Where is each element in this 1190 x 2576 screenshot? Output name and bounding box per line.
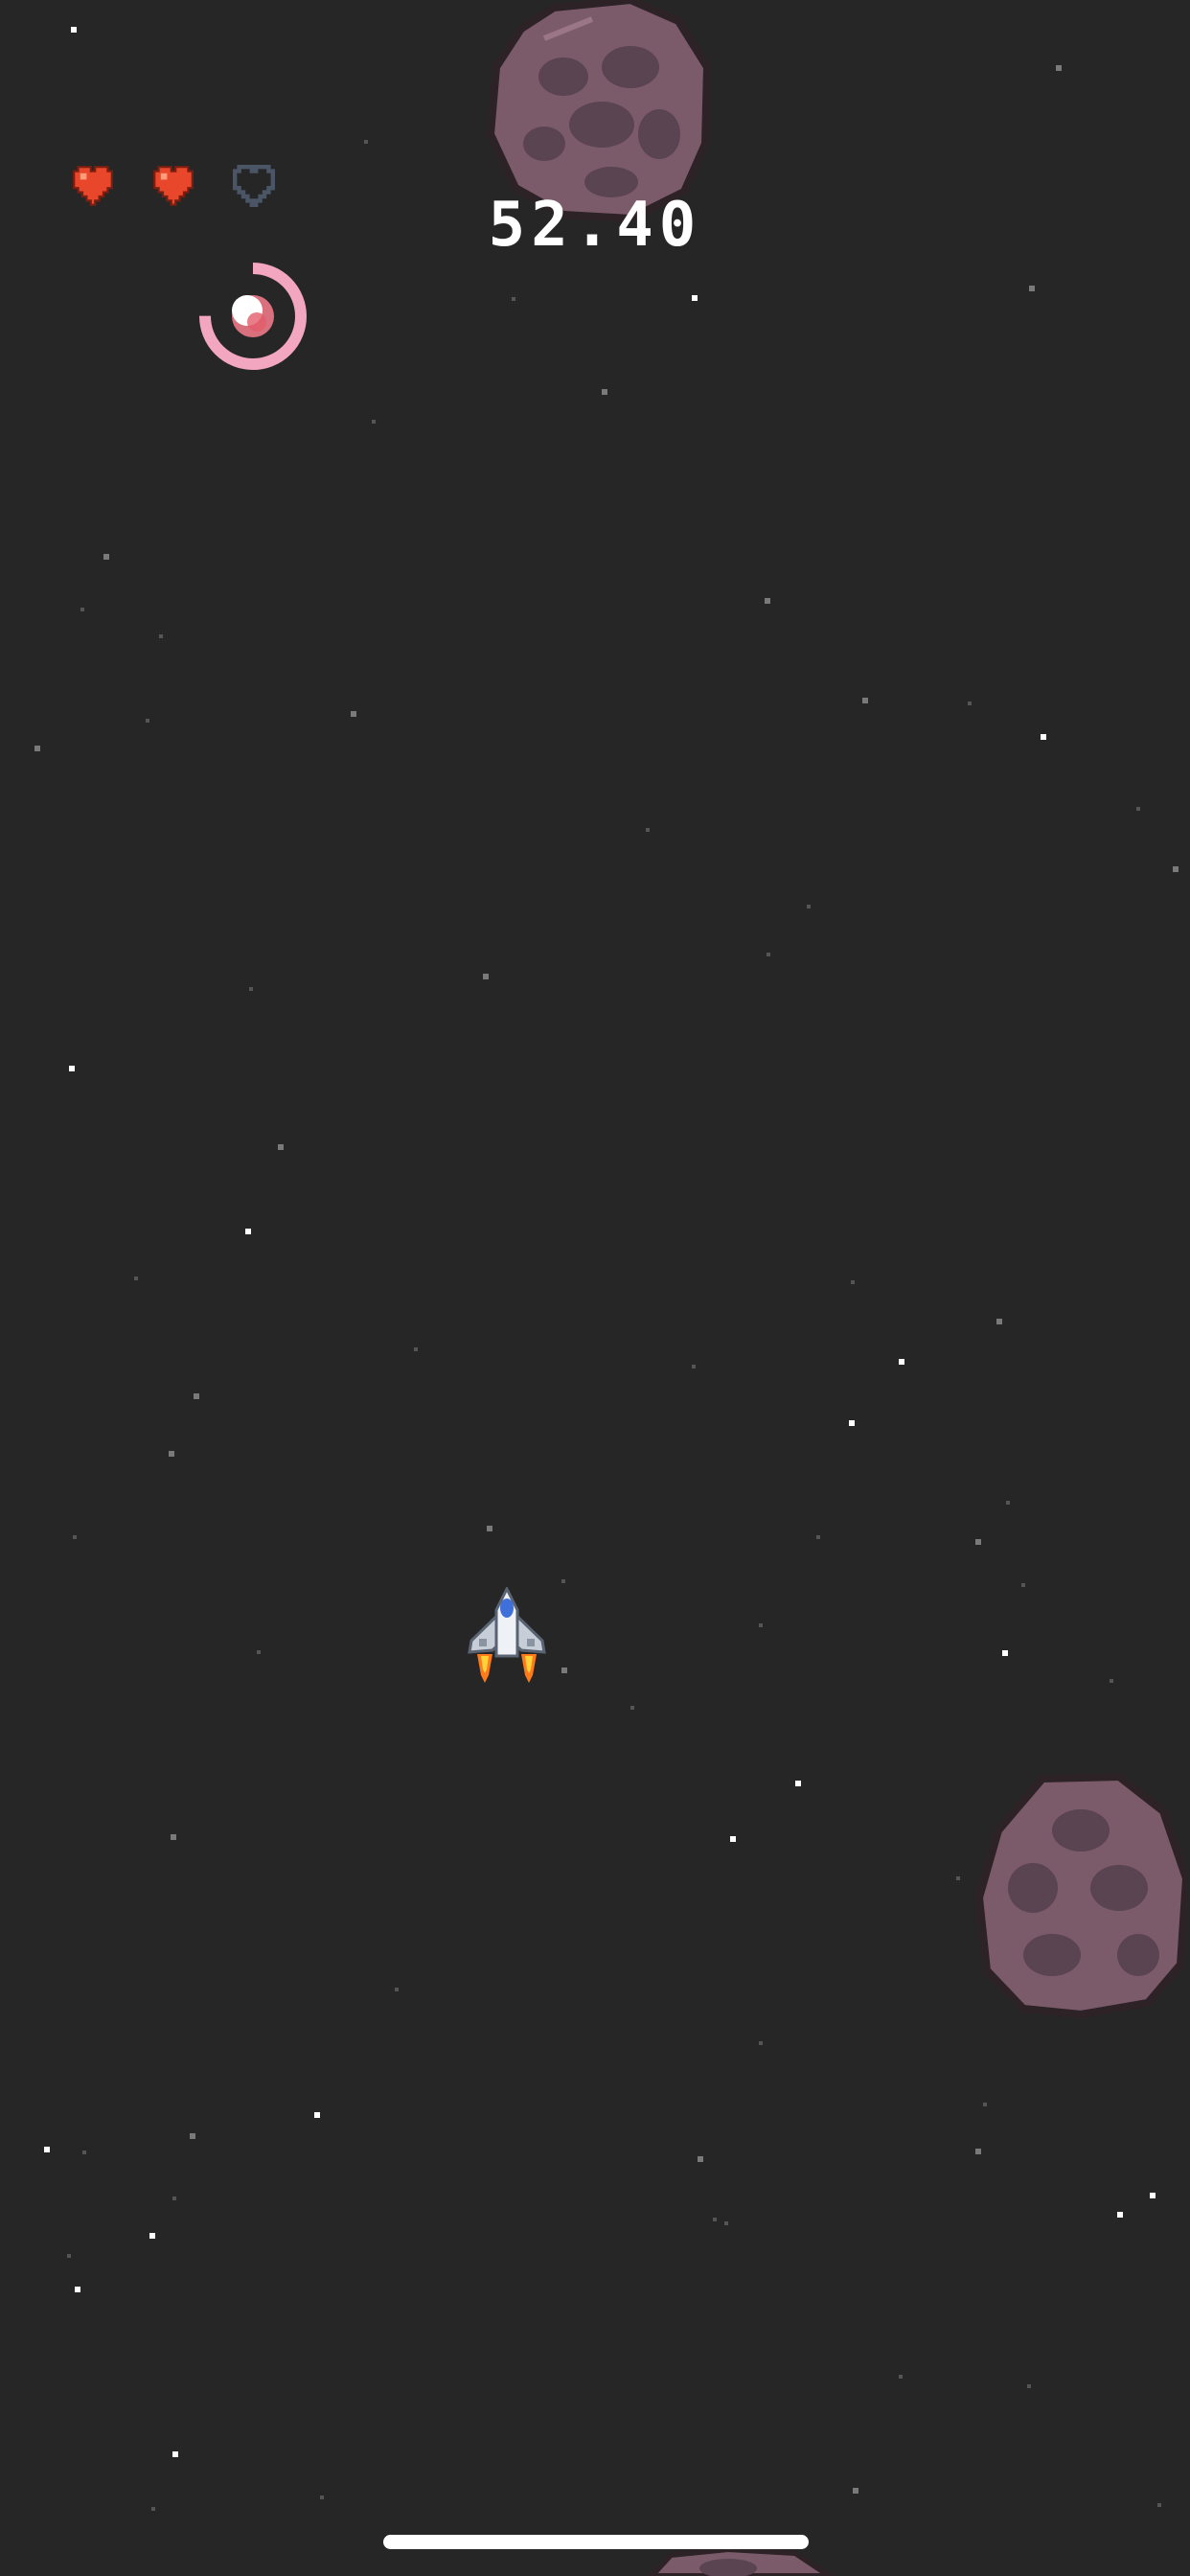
star	[80, 608, 84, 611]
star	[899, 1359, 904, 1365]
game-screen[interactable]: 52.40	[0, 0, 1190, 2576]
star	[1056, 65, 1062, 71]
star	[172, 2196, 176, 2200]
star	[692, 295, 698, 301]
shield-orb-icon[interactable]	[197, 261, 309, 372]
star	[851, 1280, 855, 1284]
star	[171, 1834, 176, 1840]
star	[602, 389, 607, 395]
star	[816, 1535, 820, 1539]
star	[692, 1365, 696, 1368]
star	[1006, 1501, 1010, 1505]
star	[34, 746, 40, 751]
star	[1110, 1679, 1113, 1683]
star	[69, 1066, 75, 1071]
star	[1150, 2193, 1156, 2198]
star	[1041, 734, 1046, 740]
star	[899, 2375, 903, 2379]
star	[1029, 286, 1035, 291]
star	[795, 1781, 801, 1786]
star	[194, 1393, 199, 1399]
star	[71, 27, 77, 33]
star	[561, 1668, 567, 1673]
star	[395, 1988, 399, 1991]
star	[103, 554, 109, 560]
star	[320, 2496, 324, 2499]
home-indicator[interactable]	[383, 2535, 809, 2549]
star	[1117, 2212, 1123, 2218]
star	[487, 1526, 492, 1531]
star	[278, 1144, 284, 1150]
star	[257, 1650, 261, 1654]
timer: 52.40	[488, 190, 702, 261]
star	[67, 2254, 71, 2258]
star	[414, 1347, 418, 1351]
star	[807, 905, 811, 908]
star	[561, 1579, 565, 1583]
star	[765, 598, 770, 604]
star	[975, 2149, 981, 2154]
star	[713, 2218, 717, 2221]
star	[767, 953, 770, 956]
star	[364, 140, 368, 144]
star	[956, 1876, 960, 1880]
star	[1157, 2503, 1161, 2507]
star	[1173, 866, 1179, 872]
star	[82, 2150, 86, 2154]
star	[724, 2221, 728, 2225]
star	[151, 2507, 155, 2511]
star	[968, 702, 972, 705]
star	[73, 1535, 77, 1539]
star	[983, 2103, 987, 2106]
star	[169, 1451, 174, 1457]
asteroid-icon	[975, 1773, 1188, 2018]
star	[44, 2147, 50, 2152]
star	[1002, 1650, 1008, 1656]
star	[149, 2233, 155, 2239]
star	[314, 2112, 320, 2118]
star	[1027, 2384, 1031, 2388]
star	[512, 297, 515, 301]
star	[996, 1319, 1002, 1324]
star	[245, 1229, 251, 1234]
star	[759, 1623, 763, 1627]
star	[730, 1836, 736, 1842]
star	[146, 719, 149, 723]
star	[646, 828, 650, 832]
star	[159, 634, 163, 638]
star	[249, 987, 253, 991]
asteroid-icon	[647, 2549, 835, 2576]
star	[849, 1420, 855, 1426]
star	[853, 2488, 858, 2494]
star	[630, 1706, 634, 1710]
star	[698, 2156, 703, 2162]
spaceship-icon[interactable]	[464, 1587, 550, 1692]
star	[351, 711, 356, 717]
star	[75, 2287, 80, 2292]
star	[1136, 807, 1140, 811]
star	[759, 2041, 763, 2045]
star	[1021, 1583, 1025, 1587]
star	[372, 420, 376, 424]
star	[134, 1276, 138, 1280]
star	[190, 2133, 195, 2139]
star	[862, 698, 868, 703]
star	[483, 974, 489, 979]
star	[975, 1539, 981, 1545]
star	[172, 2451, 178, 2457]
